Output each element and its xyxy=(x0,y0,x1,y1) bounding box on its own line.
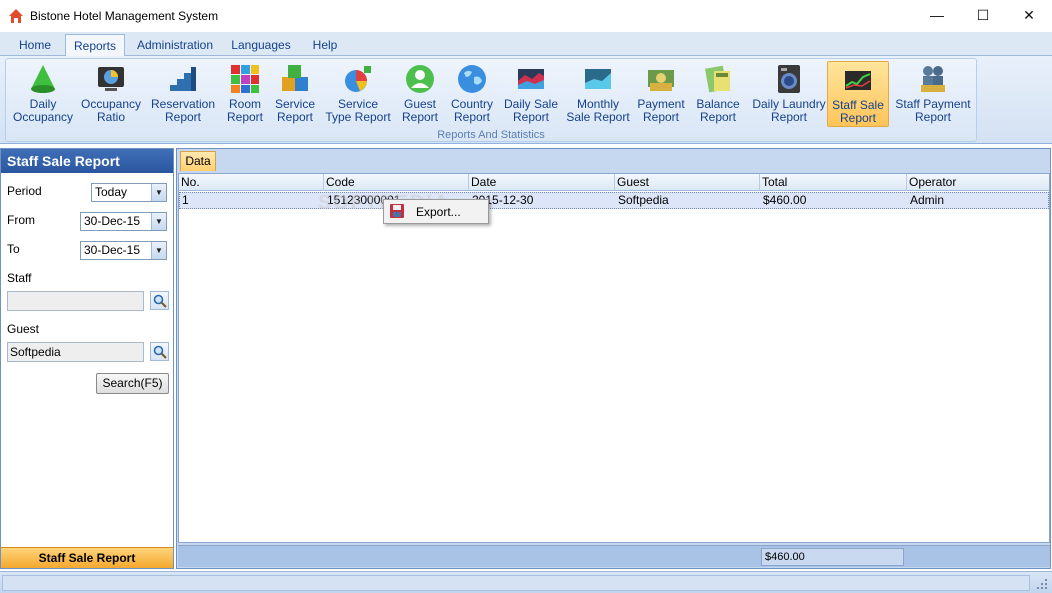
period-select[interactable]: Today ▼ xyxy=(91,183,167,202)
status-pane xyxy=(2,575,1030,591)
menu-bar: Home Reports Administration Languages He… xyxy=(0,32,1052,57)
window-title: Bistone Hotel Management System xyxy=(30,9,219,23)
resize-grip-icon[interactable] xyxy=(1035,577,1049,591)
boxes-icon xyxy=(282,65,308,91)
occupancy-ratio-button[interactable]: Occupancy Ratio xyxy=(78,61,144,127)
search-button[interactable]: Search(F5) xyxy=(96,373,169,394)
room-report-button[interactable]: Room Report xyxy=(222,61,268,127)
tab-reports[interactable]: Reports xyxy=(65,34,125,57)
cell-operator: Admin xyxy=(910,193,945,207)
staff-sale-report-button[interactable]: Staff Sale Report xyxy=(827,61,889,127)
cell-total: $460.00 xyxy=(763,193,807,207)
chevron-down-icon[interactable]: ▼ xyxy=(151,184,166,201)
globe-icon xyxy=(458,65,486,93)
search-icon xyxy=(153,294,167,308)
cone-icon xyxy=(31,65,55,93)
area-chart-icon xyxy=(518,69,544,89)
money-icon xyxy=(648,70,674,91)
to-date-picker[interactable]: 30-Dec-15 ▼ xyxy=(80,241,167,260)
tab-administration[interactable]: Administration xyxy=(131,34,219,56)
stock-chart-icon xyxy=(845,71,871,90)
house-icon xyxy=(9,9,23,23)
tab-languages[interactable]: Languages xyxy=(225,34,297,56)
cubes-icon xyxy=(231,65,259,93)
pie-monitor-icon xyxy=(98,67,124,91)
country-report-button[interactable]: Country Report xyxy=(446,61,498,127)
tab-data[interactable]: Data xyxy=(180,151,216,171)
maximize-button[interactable]: ☐ xyxy=(960,0,1006,30)
column-header-guest[interactable]: Guest xyxy=(615,174,760,191)
calculator-icon xyxy=(705,65,730,93)
filter-panel: Staff Sale Report Period Today ▼ From 30… xyxy=(0,148,174,569)
export-label: Export... xyxy=(416,205,461,219)
guest-lookup-button[interactable] xyxy=(150,342,169,361)
tab-home[interactable]: Home xyxy=(12,34,58,56)
column-header-operator[interactable]: Operator xyxy=(907,174,1049,191)
cell-date: 2015-12-30 xyxy=(472,193,534,207)
title-bar: Bistone Hotel Management System — ☐ ✕ xyxy=(0,0,1052,32)
guest-report-button[interactable]: Guest Report xyxy=(396,61,444,127)
guest-label: Guest xyxy=(7,322,40,336)
staff-field[interactable] xyxy=(7,291,144,311)
data-grid: No. Code Date Guest Total Operator 1 151… xyxy=(178,173,1050,543)
close-button[interactable]: ✕ xyxy=(1006,0,1052,30)
summary-total: $460.00 xyxy=(761,548,904,566)
floppy-disk-icon xyxy=(390,204,404,218)
guest-icon xyxy=(406,65,434,93)
search-icon xyxy=(153,345,167,359)
service-report-button[interactable]: Service Report xyxy=(270,61,320,127)
daily-sale-report-button[interactable]: Daily Sale Report xyxy=(500,61,562,127)
washer-icon xyxy=(778,65,800,93)
data-panel: Data No. Code Date Guest Total Operator … xyxy=(176,148,1051,569)
column-header-date[interactable]: Date xyxy=(469,174,615,191)
column-header-no[interactable]: No. xyxy=(179,174,324,191)
balance-report-button[interactable]: Balance Report xyxy=(690,61,746,127)
cell-no: 1 xyxy=(182,193,189,207)
grid-summary-footer: $460.00 xyxy=(178,545,1050,567)
daily-occupancy-button[interactable]: Daily Occupancy xyxy=(10,61,76,127)
from-date-picker[interactable]: 30-Dec-15 ▼ xyxy=(80,212,167,231)
context-menu: Export... xyxy=(383,199,489,224)
staff-payment-report-button[interactable]: Staff Payment Report xyxy=(893,61,973,127)
staff-money-icon xyxy=(921,66,945,92)
cell-guest: Softpedia xyxy=(618,193,669,207)
reports-group: Daily Occupancy Occupancy Ratio Reservatio… xyxy=(5,58,977,142)
ribbon: Daily Occupancy Occupancy Ratio Reservatio… xyxy=(0,56,1052,144)
column-header-code[interactable]: Code xyxy=(324,174,469,191)
column-header-total[interactable]: Total xyxy=(760,174,907,191)
grid-header: No. Code Date Guest Total Operator xyxy=(179,174,1049,191)
group-label: Reports And Statistics xyxy=(437,129,545,141)
to-label: To xyxy=(7,242,20,256)
export-menu-item[interactable]: Export... xyxy=(386,202,486,221)
pie-stack-icon xyxy=(345,66,371,92)
daily-laundry-report-button[interactable]: Daily Laundry Report xyxy=(748,61,830,127)
chevron-down-icon[interactable]: ▼ xyxy=(151,213,166,230)
period-label: Period xyxy=(7,184,42,198)
panel-footer-tab[interactable]: Staff Sale Report xyxy=(1,547,173,568)
staff-label: Staff xyxy=(7,271,32,285)
chevron-down-icon[interactable]: ▼ xyxy=(151,242,166,259)
line-chart-icon xyxy=(585,69,611,89)
reservation-report-button[interactable]: Reservation Report xyxy=(146,61,220,127)
table-row[interactable]: 1 15123000001 2015-12-30 Softpedia $460.… xyxy=(179,192,1049,209)
status-bar xyxy=(0,571,1052,593)
payment-report-button[interactable]: Payment Report xyxy=(634,61,688,127)
from-label: From xyxy=(7,213,35,227)
service-type-report-button[interactable]: Service Type Report xyxy=(322,61,394,127)
stairs-icon xyxy=(170,67,196,91)
guest-field[interactable]: Softpedia xyxy=(7,342,144,362)
panel-title: Staff Sale Report xyxy=(1,149,173,173)
staff-lookup-button[interactable] xyxy=(150,291,169,310)
tab-help[interactable]: Help xyxy=(305,34,345,56)
monthly-sale-report-button[interactable]: Monthly Sale Report xyxy=(564,61,632,127)
minimize-button[interactable]: — xyxy=(914,0,960,30)
